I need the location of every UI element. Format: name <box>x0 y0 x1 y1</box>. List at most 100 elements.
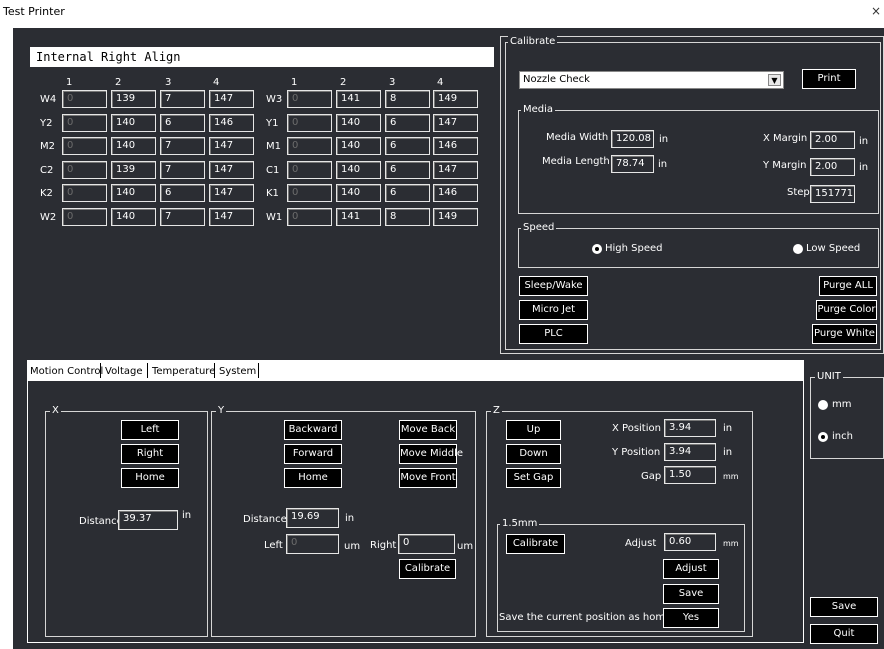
tab-temperature[interactable]: Temperature <box>152 364 215 380</box>
y-left-field[interactable]: 0 <box>286 534 339 554</box>
align-cell-field[interactable]: 0 <box>287 208 332 226</box>
align-cell-field[interactable]: 139 <box>111 90 156 108</box>
align-cell-field[interactable]: 140 <box>336 137 381 155</box>
z-save-button[interactable]: Save <box>663 584 719 604</box>
close-icon[interactable]: × <box>871 4 881 18</box>
print-button[interactable]: Print <box>802 69 856 89</box>
align-cell-field[interactable]: 149 <box>433 90 478 108</box>
align-cell-field[interactable]: 149 <box>433 208 478 226</box>
micro-jet-button[interactable]: Micro Jet <box>519 300 588 320</box>
align-cell-field[interactable]: 146 <box>209 114 254 132</box>
align-cell-field[interactable]: 147 <box>433 161 478 179</box>
align-cell-field[interactable]: 147 <box>209 161 254 179</box>
y-margin-field[interactable]: 2.00 <box>810 158 855 176</box>
align-cell-field[interactable]: 0 <box>62 90 107 108</box>
move-back-button[interactable]: Move Back <box>399 420 457 440</box>
align-cell-field[interactable]: 0 <box>62 114 107 132</box>
step-field[interactable]: 151771 <box>810 185 855 203</box>
save-button[interactable]: Save <box>810 597 878 617</box>
align-cell-field[interactable]: 0 <box>287 184 332 202</box>
chevron-down-icon[interactable]: ▼ <box>768 74 781 86</box>
align-cell-field[interactable]: 0 <box>62 137 107 155</box>
y-calibrate-button[interactable]: Calibrate <box>399 559 456 579</box>
align-cell-field[interactable]: 140 <box>111 114 156 132</box>
align-cell-field[interactable]: 6 <box>160 184 205 202</box>
tab-separator <box>214 363 215 378</box>
x-distance-field[interactable]: 39.37 <box>118 510 178 530</box>
align-cell-field[interactable]: 0 <box>287 161 332 179</box>
align-cell-field[interactable]: 6 <box>385 137 430 155</box>
align-cell-field[interactable]: 7 <box>160 137 205 155</box>
plc-button[interactable]: PLC <box>519 324 588 344</box>
align-cell-field[interactable]: 7 <box>160 161 205 179</box>
mm-radio[interactable] <box>818 400 828 410</box>
align-cell-field[interactable]: 0 <box>62 161 107 179</box>
align-cell-field[interactable]: 147 <box>209 208 254 226</box>
align-cell-field[interactable]: 8 <box>385 208 430 226</box>
align-cell-field[interactable]: 141 <box>336 90 381 108</box>
align-cell-field[interactable]: 140 <box>336 184 381 202</box>
align-cell-field[interactable]: 140 <box>336 114 381 132</box>
align-cell-field[interactable]: 0 <box>62 184 107 202</box>
tab-motion-control[interactable]: Motion Control <box>30 364 103 380</box>
align-cell-field[interactable]: 0 <box>287 114 332 132</box>
high-speed-radio[interactable] <box>592 244 602 254</box>
tab-system[interactable]: System <box>219 364 256 380</box>
align-cell-field[interactable]: 140 <box>111 208 156 226</box>
x-home-button[interactable]: Home <box>121 468 179 488</box>
align-cell-field[interactable]: 146 <box>433 137 478 155</box>
speed-group-label: Speed <box>521 222 557 234</box>
set-gap-button[interactable]: Set Gap <box>506 468 561 488</box>
align-cell-field[interactable]: 141 <box>336 208 381 226</box>
adjust-field[interactable]: 0.60 <box>664 533 716 551</box>
z-up-button[interactable]: Up <box>506 420 561 440</box>
y-forward-button[interactable]: Forward <box>284 444 342 464</box>
x-margin-field[interactable]: 2.00 <box>810 131 855 149</box>
align-cell-field[interactable]: 146 <box>433 184 478 202</box>
align-cell-field[interactable]: 147 <box>209 137 254 155</box>
align-cell-field[interactable]: 0 <box>287 137 332 155</box>
move-front-button[interactable]: Move Front <box>399 468 457 488</box>
media-width-field[interactable]: 120.08 <box>611 130 654 148</box>
align-cell-field[interactable]: 7 <box>160 90 205 108</box>
mode-select[interactable]: Nozzle Check ▼ <box>519 71 784 89</box>
sleep-wake-button[interactable]: Sleep/Wake <box>519 276 588 296</box>
align-cell-field[interactable]: 140 <box>111 137 156 155</box>
media-length-field[interactable]: 78.74 <box>611 155 654 173</box>
yes-button[interactable]: Yes <box>663 608 719 628</box>
align-cell-field[interactable]: 147 <box>433 114 478 132</box>
y-backward-button[interactable]: Backward <box>284 420 342 440</box>
align-cell-field[interactable]: 6 <box>385 161 430 179</box>
tab-voltage[interactable]: Voltage <box>105 364 143 380</box>
z-down-button[interactable]: Down <box>506 444 561 464</box>
align-cell-field[interactable]: 7 <box>160 208 205 226</box>
y-home-button[interactable]: Home <box>284 468 342 488</box>
y-distance-field[interactable]: 19.69 <box>286 508 339 528</box>
quit-button[interactable]: Quit <box>810 624 878 644</box>
purge-color-button[interactable]: Purge Color <box>816 300 877 320</box>
adjust-button[interactable]: Adjust <box>663 559 719 579</box>
align-cell-field[interactable]: 147 <box>209 184 254 202</box>
align-cell-field[interactable]: 140 <box>111 184 156 202</box>
y-position-field[interactable]: 3.94 <box>664 443 716 461</box>
low-speed-radio[interactable] <box>793 244 803 254</box>
x-right-button[interactable]: Right <box>121 444 179 464</box>
align-cell-field[interactable]: 6 <box>385 114 430 132</box>
x-left-button[interactable]: Left <box>121 420 179 440</box>
y-right-field[interactable]: 0 <box>398 534 455 554</box>
move-middle-button[interactable]: Move Middle <box>399 444 463 464</box>
purge-white-button[interactable]: Purge White <box>812 324 877 344</box>
align-cell-field[interactable]: 0 <box>62 208 107 226</box>
align-cell-field[interactable]: 8 <box>385 90 430 108</box>
align-cell-field[interactable]: 6 <box>160 114 205 132</box>
align-cell-field[interactable]: 6 <box>385 184 430 202</box>
x-position-field[interactable]: 3.94 <box>664 419 716 437</box>
align-cell-field[interactable]: 0 <box>287 90 332 108</box>
z-calibrate-button[interactable]: Calibrate <box>506 534 565 554</box>
gap-field[interactable]: 1.50 <box>664 466 716 484</box>
purge-all-button[interactable]: Purge ALL <box>819 276 877 296</box>
inch-radio[interactable] <box>818 432 828 442</box>
align-cell-field[interactable]: 140 <box>336 161 381 179</box>
align-cell-field[interactable]: 147 <box>209 90 254 108</box>
align-cell-field[interactable]: 139 <box>111 161 156 179</box>
